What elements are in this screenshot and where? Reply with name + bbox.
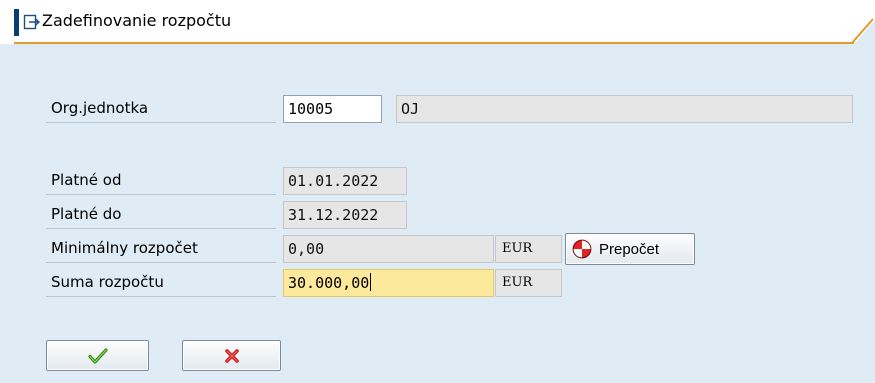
text-cursor	[370, 273, 372, 291]
min-budget-field: 0,00	[283, 235, 494, 263]
recalc-button-label: Prepočet	[599, 240, 660, 258]
confirm-button[interactable]	[46, 340, 149, 371]
org-unit-label: Org.jednotka	[46, 95, 276, 123]
org-unit-input[interactable]: 10005	[283, 95, 382, 123]
recalculate-icon	[572, 239, 592, 259]
title-bar: Zadefinovanie rozpočtu	[0, 0, 875, 44]
budget-sum-label: Suma rozpočtu	[46, 269, 276, 297]
cancel-button[interactable]	[182, 340, 281, 371]
cancel-x-icon	[224, 348, 239, 363]
title-accent	[14, 9, 19, 36]
budget-sum-value: 30.000,00	[288, 274, 370, 292]
valid-to-field: 31.12.2022	[283, 201, 407, 229]
recalc-button[interactable]: Prepočet	[565, 233, 695, 265]
page-title: Zadefinovanie rozpočtu	[42, 11, 232, 30]
min-budget-label: Minimálny rozpočet	[46, 235, 276, 263]
valid-to-label: Platné do	[46, 201, 276, 229]
budget-sum-input[interactable]: 30.000,00	[283, 269, 494, 297]
budget-sum-currency: EUR	[495, 269, 562, 297]
dialog-icon	[23, 14, 41, 30]
title-corner-decoration	[852, 18, 875, 44]
valid-from-field: 01.01.2022	[283, 167, 407, 195]
org-unit-description: OJ	[396, 95, 853, 123]
min-budget-currency: EUR	[495, 235, 562, 263]
valid-from-label: Platné od	[46, 167, 276, 195]
checkmark-icon	[87, 347, 108, 364]
